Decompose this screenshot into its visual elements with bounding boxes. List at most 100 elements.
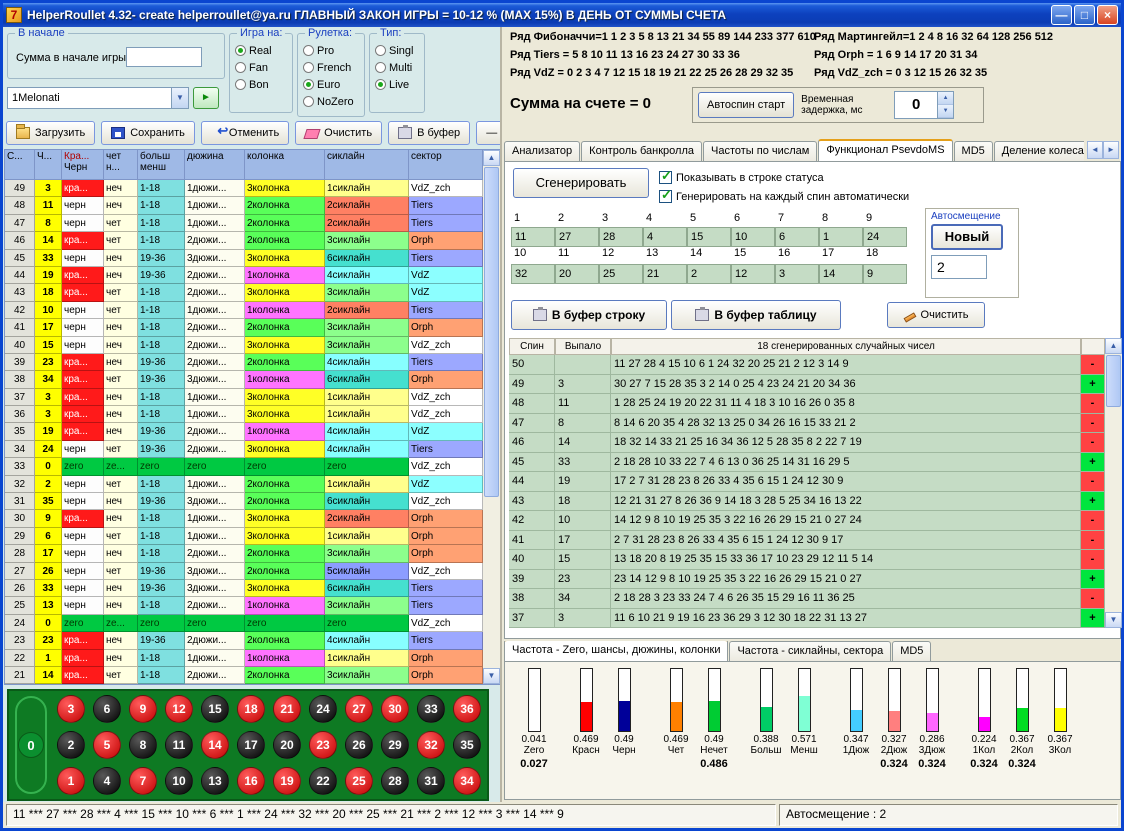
board-number-1[interactable]: 1 [53, 763, 89, 799]
board-number-29[interactable]: 29 [377, 727, 413, 763]
board-number-4[interactable]: 4 [89, 763, 125, 799]
tab-6[interactable]: Деление колеса на [994, 141, 1084, 161]
board-number-31[interactable]: 31 [413, 763, 449, 799]
delay-spinner[interactable]: 0 ▲ ▼ [894, 91, 954, 119]
new-button[interactable]: Новый [931, 224, 1003, 250]
scrollbar-thumb[interactable] [484, 167, 499, 497]
board-number-18[interactable]: 18 [233, 691, 269, 727]
board-number-32[interactable]: 32 [413, 727, 449, 763]
tab-scroll-right-icon[interactable]: ► [1103, 141, 1119, 159]
toolbar-button-folder-open[interactable]: Загрузить [6, 121, 95, 145]
checkbox-generate-each-spin[interactable]: ✓ Генерировать на каждый спин автоматиче… [659, 190, 909, 203]
spinner-up-icon[interactable]: ▲ [938, 92, 953, 105]
tab-2[interactable]: Контроль банкролла [581, 141, 702, 161]
spinner-down-icon[interactable]: ▼ [938, 105, 953, 118]
radio-bon[interactable]: Bon [235, 76, 290, 93]
board-number-22[interactable]: 22 [305, 763, 341, 799]
toolbar-button-undo-arrow[interactable]: Отменить [201, 121, 289, 145]
board-number-7[interactable]: 7 [125, 763, 161, 799]
board-number-13[interactable]: 13 [197, 763, 233, 799]
board-number-14[interactable]: 14 [197, 727, 233, 763]
board-number-33[interactable]: 33 [413, 691, 449, 727]
tab-scroll-left-icon[interactable]: ◄ [1087, 141, 1103, 159]
freq-tab-3[interactable]: MD5 [892, 641, 931, 661]
board-number-28[interactable]: 28 [377, 763, 413, 799]
res-hit: 8 [555, 414, 611, 434]
board-number-19[interactable]: 19 [269, 763, 305, 799]
radio-label: Real [249, 45, 272, 57]
board-number-21[interactable]: 21 [269, 691, 305, 727]
board-number-35[interactable]: 35 [449, 727, 485, 763]
tab-1[interactable]: Анализатор [504, 141, 580, 161]
board-number-10[interactable]: 10 [161, 763, 197, 799]
scrollbar-thumb[interactable] [1106, 355, 1121, 407]
bar-label: 2Кол [1011, 745, 1034, 756]
close-button[interactable]: × [1097, 5, 1118, 25]
radio-nozero[interactable]: NoZero [303, 93, 362, 110]
board-number-24[interactable]: 24 [305, 691, 341, 727]
chevron-down-icon[interactable]: ▼ [171, 88, 188, 108]
copy-table-button[interactable]: В буфер таблицу [671, 300, 841, 330]
scroll-down-icon[interactable]: ▼ [1105, 612, 1122, 628]
board-number-15[interactable]: 15 [197, 691, 233, 727]
toolbar-button-eraser[interactable]: Очистить [295, 121, 382, 145]
tab-4[interactable]: Функционал PsevdoMS [818, 139, 952, 161]
board-number-34[interactable]: 34 [449, 763, 485, 799]
freq-tab-1[interactable]: Частота - Zero, шансы, дюжины, колонки [504, 641, 728, 661]
history-cell: 3сиклайн [325, 232, 409, 249]
board-number-23[interactable]: 23 [305, 727, 341, 763]
clear-generator-button[interactable]: Очистить [887, 302, 985, 328]
board-number-3[interactable]: 3 [53, 691, 89, 727]
autoshift-input[interactable] [931, 255, 987, 279]
board-number-16[interactable]: 16 [233, 763, 269, 799]
grid-col-header: 10 [511, 247, 555, 264]
freq-tab-2[interactable]: Частота - сиклайны, сектора [729, 641, 891, 661]
toolbar-button-clipboard[interactable]: В буфер [388, 121, 470, 145]
radio-live[interactable]: Live [375, 76, 422, 93]
checkbox-show-in-status[interactable]: ✓ Показывать в строке статуса [659, 171, 824, 184]
board-number-11[interactable]: 11 [161, 727, 197, 763]
scroll-up-icon[interactable]: ▲ [483, 150, 500, 166]
autospin-start-button[interactable]: Автоспин старт [698, 92, 794, 118]
generate-button[interactable]: Сгенерировать [513, 168, 649, 198]
radio-multi[interactable]: Multi [375, 59, 422, 76]
radio-label: Fan [249, 62, 268, 74]
radio-euro[interactable]: Euro [303, 76, 362, 93]
board-zero[interactable]: 0 [12, 694, 50, 796]
board-number-17[interactable]: 17 [233, 727, 269, 763]
board-number-12[interactable]: 12 [161, 691, 197, 727]
scroll-up-icon[interactable]: ▲ [1105, 338, 1122, 354]
board-number-5[interactable]: 5 [89, 727, 125, 763]
board-number-26[interactable]: 26 [341, 727, 377, 763]
res-spin: 43 [509, 492, 555, 512]
tab-3[interactable]: Частоты по числам [703, 141, 817, 161]
toolbar-button-save-disk[interactable]: Сохранить [101, 121, 195, 145]
profile-select[interactable]: 1Melonati ▼ [7, 87, 189, 109]
copy-row-button[interactable]: В буфер строку [511, 300, 667, 330]
history-cell: 21 [5, 667, 35, 684]
board-number-30[interactable]: 30 [377, 691, 413, 727]
board-number-2[interactable]: 2 [53, 727, 89, 763]
minimize-button[interactable]: — [1051, 5, 1072, 25]
start-sum-input[interactable] [126, 47, 202, 67]
board-number-6[interactable]: 6 [89, 691, 125, 727]
scroll-down-icon[interactable]: ▼ [483, 668, 500, 684]
board-number-8[interactable]: 8 [125, 727, 161, 763]
board-number-9[interactable]: 9 [125, 691, 161, 727]
history-cell: 45 [5, 250, 35, 267]
tab-5[interactable]: MD5 [954, 141, 993, 161]
run-button[interactable]: ► [193, 87, 219, 109]
history-header: дюжина [185, 150, 245, 180]
board-number-27[interactable]: 27 [341, 691, 377, 727]
maximize-button[interactable]: □ [1074, 5, 1095, 25]
history-scrollbar[interactable]: ▲ ▼ [483, 150, 500, 684]
radio-singl[interactable]: Singl [375, 42, 422, 59]
radio-real[interactable]: Real [235, 42, 290, 59]
board-number-20[interactable]: 20 [269, 727, 305, 763]
results-scrollbar[interactable]: ▲ ▼ [1105, 338, 1122, 628]
radio-french[interactable]: French [303, 59, 362, 76]
board-number-36[interactable]: 36 [449, 691, 485, 727]
board-number-25[interactable]: 25 [341, 763, 377, 799]
radio-fan[interactable]: Fan [235, 59, 290, 76]
radio-pro[interactable]: Pro [303, 42, 362, 59]
